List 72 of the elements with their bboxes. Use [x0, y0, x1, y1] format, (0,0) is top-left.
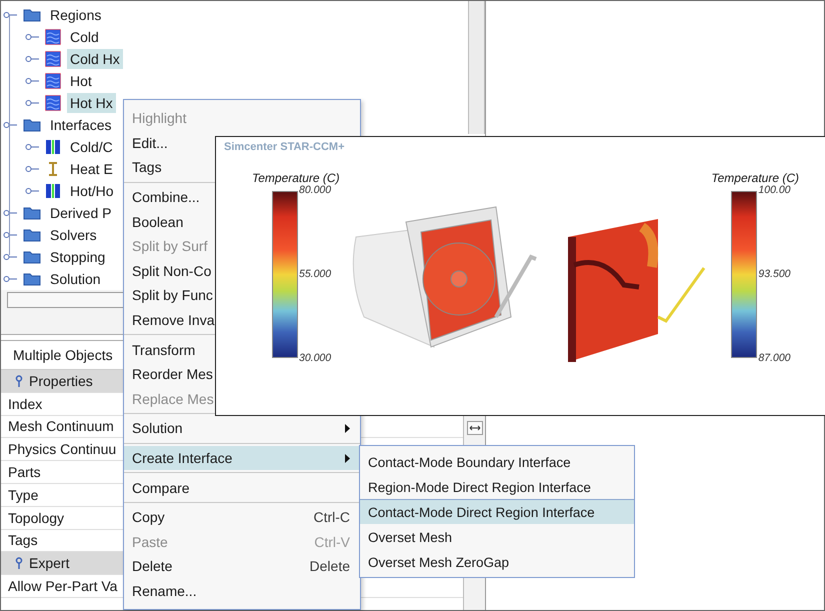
- tree-handle-icon[interactable]: [25, 165, 39, 173]
- region-icon: [45, 51, 61, 67]
- tree-item[interactable]: Hot: [67, 71, 95, 91]
- scale-label: 30.000: [299, 352, 332, 364]
- property-label: Mesh Continuum: [8, 418, 114, 434]
- tree-item[interactable]: Cold: [67, 27, 102, 47]
- tree-handle-icon[interactable]: [3, 11, 17, 19]
- pin-icon: [15, 374, 23, 387]
- tree-item[interactable]: Hot/Ho: [67, 181, 117, 201]
- property-label: Topology: [8, 510, 64, 526]
- menu-item[interactable]: Delete Delete: [124, 554, 360, 579]
- tree-handle-icon[interactable]: [3, 275, 17, 283]
- tree-handle-icon[interactable]: [25, 55, 39, 63]
- legend-title: Temperature (C): [711, 171, 799, 185]
- folder-icon: [23, 8, 41, 22]
- property-label: Index: [8, 396, 42, 412]
- scrollbar[interactable]: [468, 1, 485, 134]
- resize-handle-icon[interactable]: [466, 421, 482, 435]
- tree-handle-icon[interactable]: [3, 121, 17, 129]
- tree-handle-icon[interactable]: [3, 231, 17, 239]
- tree-item[interactable]: Solution: [47, 269, 104, 289]
- scale-label: 100.00: [758, 184, 791, 196]
- tree-handle-icon[interactable]: [25, 99, 39, 107]
- scale-label: 93.500: [758, 268, 791, 280]
- tree-handle-icon[interactable]: [25, 143, 39, 151]
- folder-icon: [23, 118, 41, 132]
- tree-item[interactable]: Heat E: [67, 159, 116, 179]
- property-label: Expert: [29, 555, 70, 572]
- tree-item[interactable]: Cold/C: [67, 137, 116, 157]
- tree-handle-icon[interactable]: [3, 209, 17, 217]
- menu-item[interactable]: Region-Mode Direct Region Interface: [360, 474, 634, 499]
- scale-label: 55.000: [299, 268, 332, 280]
- menu-item[interactable]: Overset Mesh: [360, 524, 634, 549]
- legend-title: Temperature (C): [252, 171, 340, 185]
- scale-label: 80.000: [299, 184, 332, 196]
- interface-icon: [45, 183, 61, 199]
- menu-item[interactable]: Contact-Mode Boundary Interface: [360, 449, 634, 474]
- scale-label: 87.000: [758, 352, 791, 364]
- tree-handle-icon[interactable]: [25, 187, 39, 195]
- menu-item[interactable]: Contact-Mode Direct Region Interface: [360, 499, 634, 524]
- property-label: Parts: [8, 464, 41, 480]
- menu-item[interactable]: Create Interface: [124, 446, 360, 470]
- tree-item[interactable]: Interfaces: [47, 115, 114, 135]
- property-label: Properties: [29, 372, 93, 389]
- tree-handle-icon[interactable]: [3, 253, 17, 261]
- tree-item[interactable]: Cold Hx: [67, 49, 123, 69]
- tree-item[interactable]: Derived P: [47, 203, 114, 223]
- property-label: Tags: [8, 532, 38, 548]
- menu-item[interactable]: Copy Ctrl-C: [124, 504, 360, 530]
- folder-icon: [23, 206, 41, 220]
- window-title: Simcenter STAR-CCM+: [223, 140, 346, 155]
- region-icon: [45, 73, 61, 89]
- tree-item[interactable]: Regions: [47, 5, 104, 25]
- tree-item[interactable]: Hot Hx: [67, 93, 116, 113]
- menu-item[interactable]: Compare: [124, 475, 360, 500]
- region-icon: [45, 95, 61, 111]
- tree-handle-icon[interactable]: [25, 33, 39, 41]
- folder-icon: [23, 250, 41, 264]
- folder-icon: [23, 228, 41, 242]
- tree-handle-icon[interactable]: [25, 77, 39, 85]
- tree-item[interactable]: Stopping: [47, 247, 108, 267]
- property-label: Physics Continuu: [8, 441, 116, 458]
- tree-item[interactable]: Solvers: [47, 225, 100, 245]
- region-icon: [45, 29, 61, 45]
- menu-item[interactable]: Overset Mesh ZeroGap: [360, 549, 634, 574]
- menu-item[interactable]: Solution: [124, 416, 360, 441]
- property-label: Type: [8, 486, 38, 503]
- menu-item[interactable]: Rename...: [124, 578, 360, 604]
- folder-icon: [23, 272, 41, 286]
- property-label: Allow Per-Part Va: [8, 578, 118, 594]
- pin-icon: [15, 557, 23, 570]
- interface-icon: [45, 139, 61, 155]
